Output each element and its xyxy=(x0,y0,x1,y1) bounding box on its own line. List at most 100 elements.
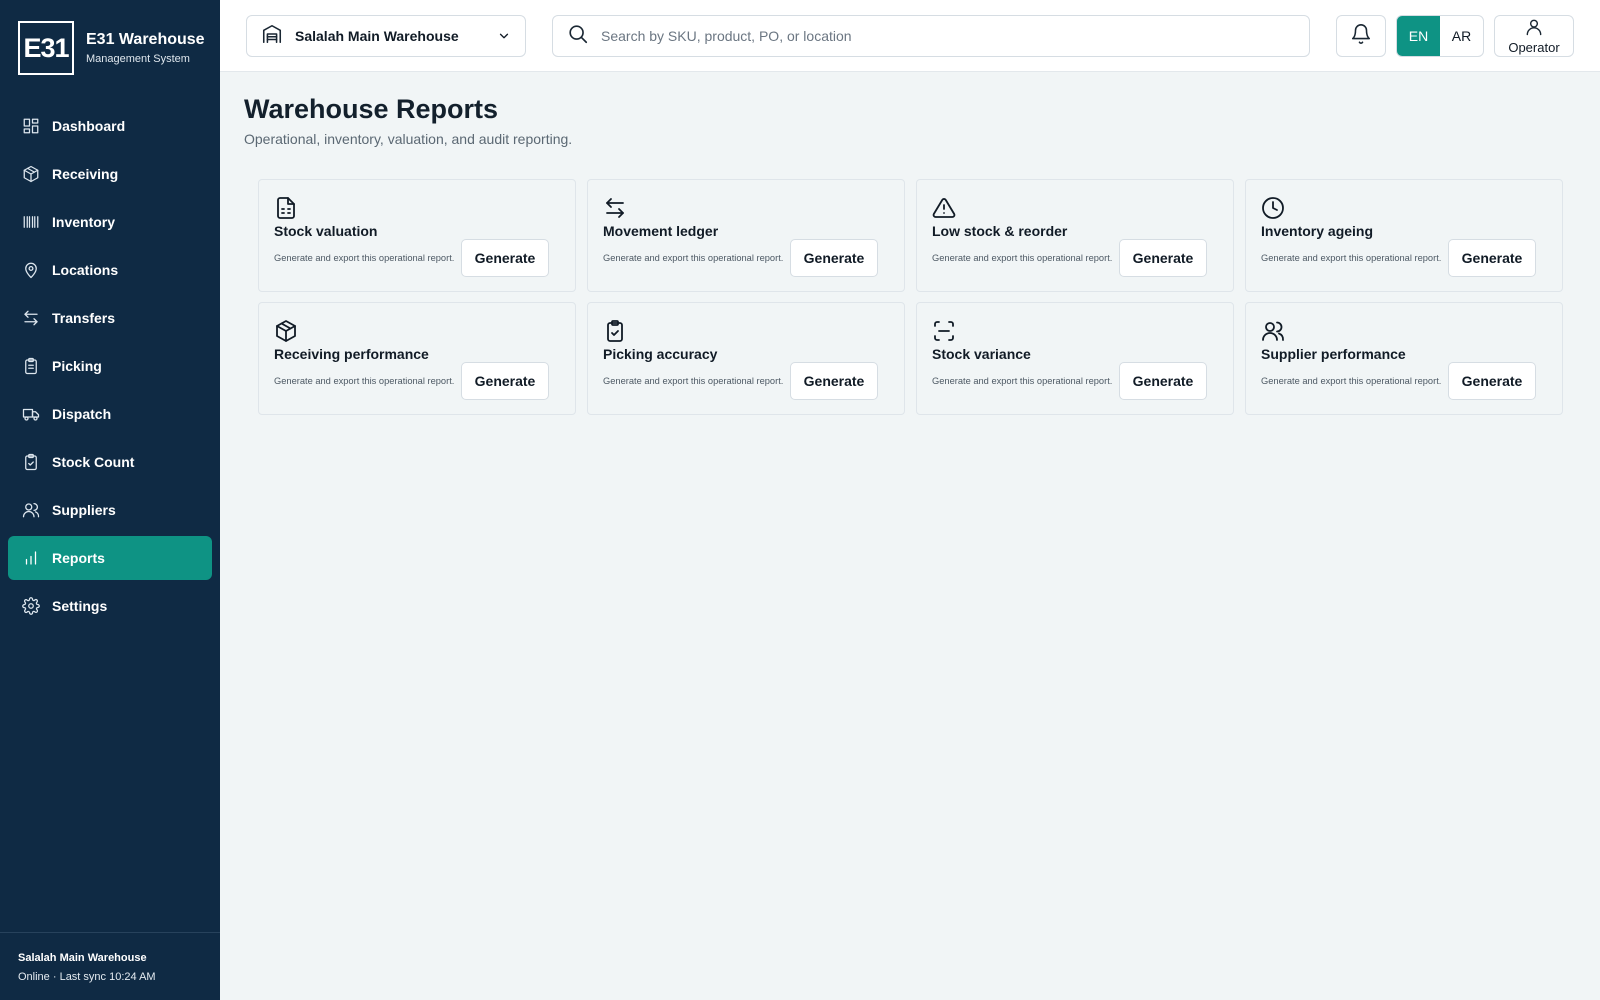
sidebar-item-label: Suppliers xyxy=(52,502,116,518)
sidebar-item-settings[interactable]: Settings xyxy=(8,584,212,628)
report-title: Movement ledger xyxy=(603,223,719,239)
report-card-low-stock-and-reorder: Low stock & reorder Generate and export t… xyxy=(916,179,1234,292)
page-title: Warehouse Reports xyxy=(244,94,499,124)
report-title: Low stock & reorder xyxy=(932,223,1068,239)
sidebar-nav: Dashboard Receiving Inventory Locations Tran… xyxy=(8,104,212,632)
report-card-inventory-ageing: Inventory ageing Generate and export this… xyxy=(1245,179,1563,292)
sidebar-item-transfers[interactable]: Transfers xyxy=(8,296,212,340)
report-card-movement-ledger: Movement ledger Generate and export this … xyxy=(587,179,905,292)
clipboard-check-icon xyxy=(22,453,40,471)
generate-button[interactable]: Generate xyxy=(1119,362,1207,400)
bar-chart-icon xyxy=(22,549,40,567)
sidebar-item-inventory[interactable]: Inventory xyxy=(8,200,212,244)
warning-triangle-icon xyxy=(932,196,956,220)
sidebar-item-receiving[interactable]: Receiving xyxy=(8,152,212,196)
arrows-left-right-icon xyxy=(603,196,627,220)
lang-ar-button[interactable]: AR xyxy=(1440,16,1483,56)
report-description: Generate and export this operational rep… xyxy=(1261,376,1442,386)
barcode-icon xyxy=(22,213,40,231)
clock-icon xyxy=(1261,196,1285,220)
report-title: Supplier performance xyxy=(1261,346,1406,362)
report-title: Receiving performance xyxy=(274,346,429,362)
clipboard-check-icon xyxy=(603,319,627,343)
search-icon xyxy=(567,23,589,50)
footer-warehouse: Salalah Main Warehouse xyxy=(18,952,147,964)
scan-icon xyxy=(932,319,956,343)
warehouse-select-value: Salalah Main Warehouse xyxy=(295,28,459,44)
warehouse-select[interactable]: Salalah Main Warehouse xyxy=(246,15,526,57)
sidebar-item-suppliers[interactable]: Suppliers xyxy=(8,488,212,532)
report-grid: Stock valuation Generate and export this … xyxy=(258,179,1563,415)
user-label: Operator xyxy=(1508,40,1560,55)
generate-button[interactable]: Generate xyxy=(790,362,878,400)
search-input[interactable] xyxy=(601,28,1281,44)
report-description: Generate and export this operational rep… xyxy=(274,253,455,263)
box-icon xyxy=(22,165,40,183)
brand-logo: E31 xyxy=(18,21,74,75)
clipboard-list-icon xyxy=(22,357,40,375)
topbar: Salalah Main Warehouse EN AR Operator xyxy=(220,0,1600,72)
report-description: Generate and export this operational rep… xyxy=(932,376,1113,386)
report-description: Generate and export this operational rep… xyxy=(603,376,784,386)
arrows-left-right-icon xyxy=(22,309,40,327)
gear-icon xyxy=(22,597,40,615)
report-card-receiving-performance: Receiving performance Generate and export… xyxy=(258,302,576,415)
report-title: Picking accuracy xyxy=(603,346,718,362)
language-toggle: EN AR xyxy=(1396,15,1484,57)
box-icon xyxy=(274,319,298,343)
sidebar-item-locations[interactable]: Locations xyxy=(8,248,212,292)
page-subtitle: Operational, inventory, valuation, and a… xyxy=(244,131,573,147)
sidebar-item-label: Stock Count xyxy=(52,454,135,470)
report-title: Stock valuation xyxy=(274,223,378,239)
report-card-stock-variance: Stock variance Generate and export this o… xyxy=(916,302,1234,415)
users-icon xyxy=(1261,319,1285,343)
sidebar-item-label: Dispatch xyxy=(52,406,112,422)
chevron-down-icon xyxy=(497,29,511,48)
generate-button[interactable]: Generate xyxy=(790,239,878,277)
users-icon xyxy=(22,501,40,519)
notifications-button[interactable] xyxy=(1336,15,1386,57)
report-title: Stock variance xyxy=(932,346,1031,362)
sidebar-item-label: Picking xyxy=(52,358,102,374)
sidebar-item-picking[interactable]: Picking xyxy=(8,344,212,388)
report-card-supplier-performance: Supplier performance Generate and export … xyxy=(1245,302,1563,415)
sidebar-item-reports[interactable]: Reports xyxy=(8,536,212,580)
warehouse-icon xyxy=(261,23,283,50)
sidebar-item-stock-count[interactable]: Stock Count xyxy=(8,440,212,484)
report-title: Inventory ageing xyxy=(1261,223,1374,239)
generate-button[interactable]: Generate xyxy=(1448,239,1536,277)
file-text-icon xyxy=(274,196,298,220)
map-pin-icon xyxy=(22,261,40,279)
sidebar-item-label: Receiving xyxy=(52,166,119,182)
lang-en-button[interactable]: EN xyxy=(1397,16,1440,56)
generate-button[interactable]: Generate xyxy=(1448,362,1536,400)
sidebar-item-dispatch[interactable]: Dispatch xyxy=(8,392,212,436)
report-card-stock-valuation: Stock valuation Generate and export this … xyxy=(258,179,576,292)
sidebar-item-dashboard[interactable]: Dashboard xyxy=(8,104,212,148)
sidebar-item-label: Inventory xyxy=(52,214,116,230)
brand-title: E31 Warehouse xyxy=(86,30,205,48)
bell-icon xyxy=(1350,23,1372,50)
generate-button[interactable]: Generate xyxy=(1119,239,1207,277)
generate-button[interactable]: Generate xyxy=(461,239,549,277)
truck-icon xyxy=(22,405,40,423)
search-bar xyxy=(552,15,1310,57)
generate-button[interactable]: Generate xyxy=(461,362,549,400)
sidebar-item-label: Settings xyxy=(52,598,108,614)
sidebar-item-label: Reports xyxy=(52,550,105,566)
user-menu-button[interactable]: Operator xyxy=(1494,15,1574,57)
report-description: Generate and export this operational rep… xyxy=(932,253,1113,263)
user-icon xyxy=(1524,17,1544,42)
report-description: Generate and export this operational rep… xyxy=(274,376,455,386)
sidebar-footer: Salalah Main Warehouse Online · Last syn… xyxy=(0,932,220,1000)
brand-subtitle: Management System xyxy=(86,52,190,65)
footer-sync-status: Online · Last sync 10:24 AM xyxy=(18,971,156,983)
sidebar-item-label: Locations xyxy=(52,262,119,278)
sidebar: E31 E31 Warehouse Management System Dash… xyxy=(0,0,220,1000)
sidebar-item-label: Transfers xyxy=(52,310,116,326)
brand[interactable]: E31 E31 Warehouse Management System xyxy=(18,21,205,75)
report-description: Generate and export this operational rep… xyxy=(1261,253,1442,263)
sidebar-item-label: Dashboard xyxy=(52,118,126,134)
report-card-picking-accuracy: Picking accuracy Generate and export this… xyxy=(587,302,905,415)
dashboard-icon xyxy=(22,117,40,135)
